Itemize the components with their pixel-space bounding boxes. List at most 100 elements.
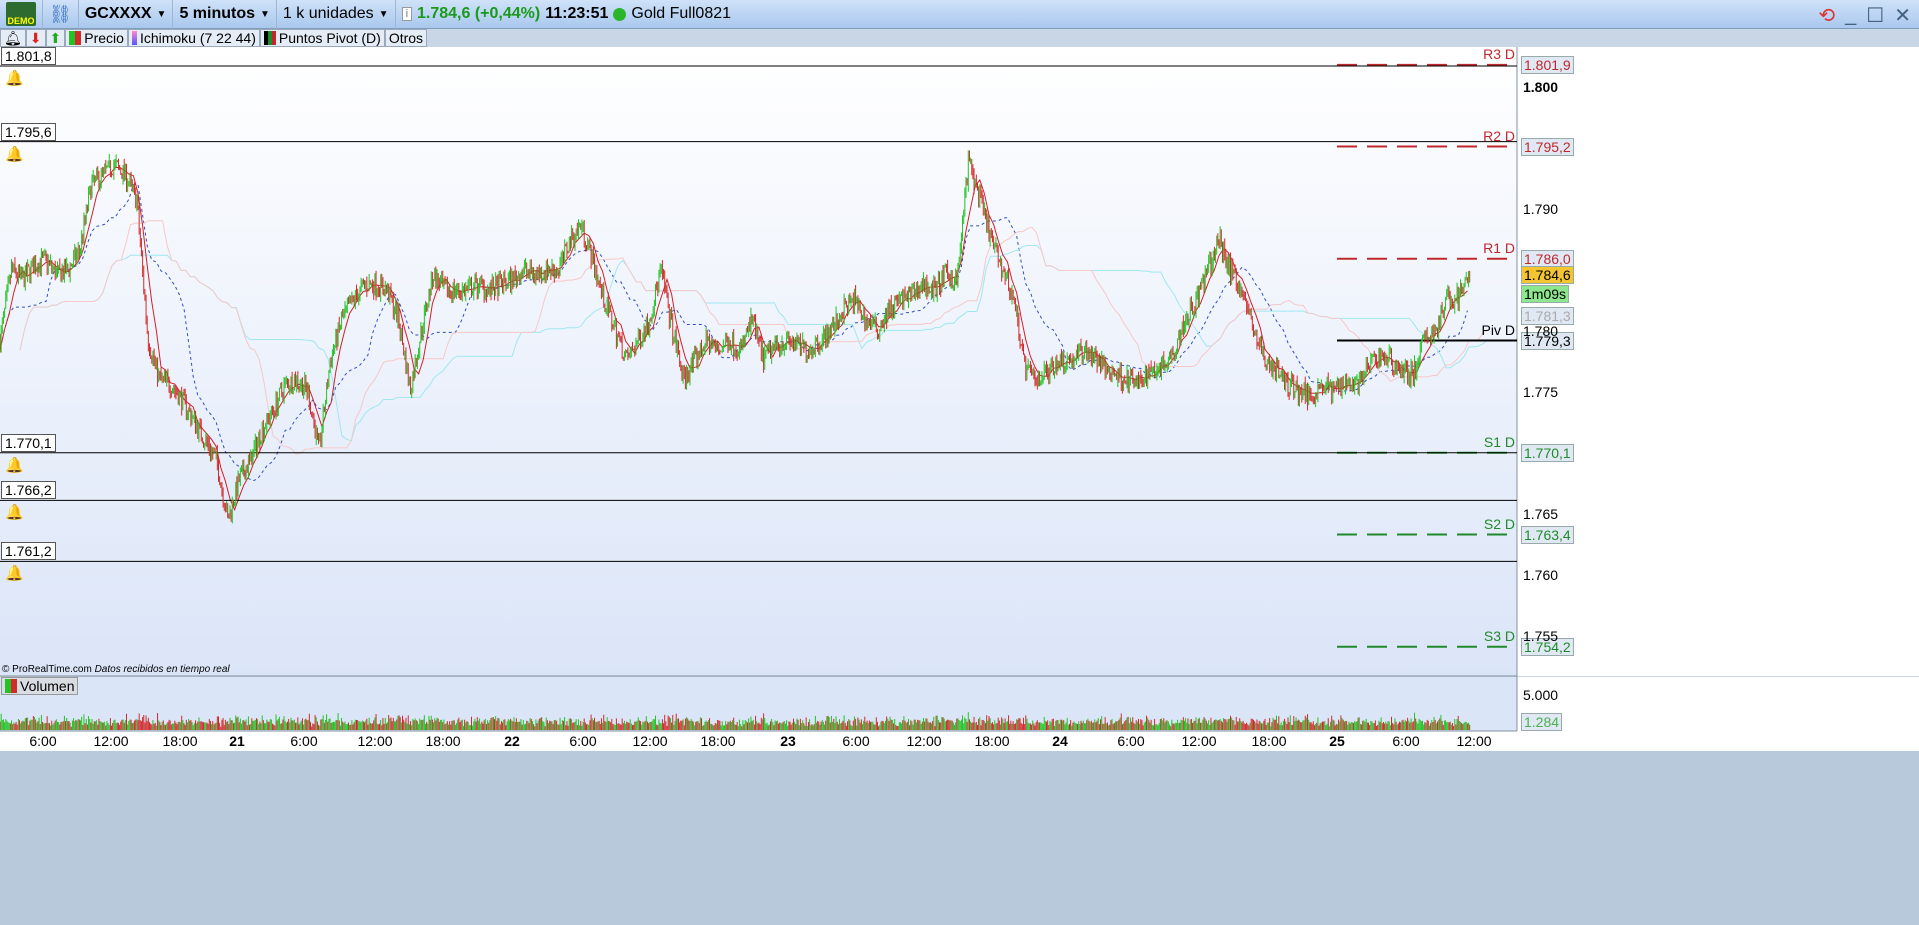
sell-arrow-button[interactable]: ⬇ xyxy=(25,29,46,47)
time-axis-tick: 18:00 xyxy=(162,733,198,749)
symbol-label: GCXXXX xyxy=(84,5,152,22)
copyright: © ProRealTime.com xyxy=(2,664,92,675)
time-axis-tick: 12:00 xyxy=(1456,733,1492,749)
footer: © ProRealTime.com Datos recibidos en tie… xyxy=(2,664,230,675)
chevron-down-icon: ▼ xyxy=(260,8,270,20)
last-price-change: 1.784,6 (+0,44%) xyxy=(417,5,541,22)
time-axis-area xyxy=(0,731,1919,751)
units-dropdown[interactable]: 1 k unidades ▼ xyxy=(277,0,396,29)
alert-price-label[interactable]: 1.770,1 xyxy=(1,433,56,452)
swatch-icon xyxy=(5,679,17,693)
time-axis-tick: 18:00 xyxy=(1251,733,1287,749)
volume-last-value: 1.284 xyxy=(1521,713,1563,731)
bell-icon[interactable]: 🔔 xyxy=(5,69,24,87)
indicator-label: Ichimoku (7 22 44) xyxy=(139,30,256,46)
close-button[interactable]: ✕ xyxy=(1894,3,1911,28)
time-axis-tick: 25 xyxy=(1329,733,1345,749)
bar-countdown: 1m09s xyxy=(1521,285,1570,303)
swatch-icon xyxy=(69,31,82,45)
pivot-name: S2 D xyxy=(1483,515,1515,532)
time-axis-tick: 6:00 xyxy=(290,733,318,749)
last-price-box: 1.784,6 xyxy=(1521,266,1574,284)
info-icon[interactable]: i xyxy=(401,7,413,21)
demo-badge: DEMO xyxy=(6,2,36,26)
bell-icon[interactable]: 🔔 xyxy=(5,145,24,163)
clock: 11:23:51 xyxy=(545,5,609,22)
pivot-name: S3 D xyxy=(1483,627,1515,644)
indicator-label: Puntos Pivot (D) xyxy=(278,30,381,46)
price-axis-area xyxy=(1517,47,1919,676)
price-axis-tick: 1.775 xyxy=(1523,384,1559,400)
alert-bell-button[interactable]: 🔔︎ xyxy=(0,29,26,47)
pivot-name: Piv D xyxy=(1481,321,1515,338)
time-axis-tick: 6:00 xyxy=(1392,733,1420,749)
time-axis-tick: 12:00 xyxy=(1181,733,1217,749)
taskbar xyxy=(0,751,1919,925)
time-axis-tick: 6:00 xyxy=(1117,733,1145,749)
time-axis-tick: 18:00 xyxy=(700,733,736,749)
alert-price-label[interactable]: 1.801,8 xyxy=(1,47,56,66)
time-axis-tick: 18:00 xyxy=(425,733,461,749)
time-axis-tick: 18:00 xyxy=(974,733,1010,749)
pivot-name: S1 D xyxy=(1483,433,1515,450)
indicator-otros[interactable]: Otros xyxy=(384,29,428,47)
pivot-name: R3 D xyxy=(1483,45,1515,62)
symbol-dropdown[interactable]: GCXXXX ▼ xyxy=(79,0,174,29)
price-axis-tick: 1.765 xyxy=(1523,506,1559,522)
swatch-icon xyxy=(263,31,276,45)
price-axis-tick: 1.790 xyxy=(1523,201,1559,217)
pivot-name: R1 D xyxy=(1483,239,1515,256)
indicator-ichimoku[interactable]: Ichimoku (7 22 44) xyxy=(127,29,260,47)
time-axis-tick: 21 xyxy=(229,733,245,749)
timeframe-label: 5 minutos xyxy=(179,5,256,22)
price-axis-tick: 1.760 xyxy=(1523,567,1559,583)
indicator-toolbar: 🔔︎ ⬇ ⬆ Precio Ichimoku (7 22 44) Puntos … xyxy=(0,29,428,47)
ichimoku-value-box: 1.781,3 xyxy=(1521,307,1574,325)
alert-price-label[interactable]: 1.761,2 xyxy=(1,542,56,561)
volume-axis-area xyxy=(1517,677,1919,731)
minimize-button[interactable]: _ xyxy=(1845,4,1856,27)
pivot-value: 1.763,4 xyxy=(1521,525,1574,544)
price-axis-tick: 1.800 xyxy=(1523,79,1559,95)
time-axis-tick: 6:00 xyxy=(29,733,57,749)
time-axis-tick: 6:00 xyxy=(842,733,870,749)
units-label: 1 k unidades xyxy=(282,5,374,22)
bell-icon[interactable]: 🔔 xyxy=(5,503,24,521)
time-axis-tick: 22 xyxy=(504,733,520,749)
time-axis-tick: 24 xyxy=(1052,733,1068,749)
volume-label: Volumen xyxy=(20,678,75,694)
alert-price-label[interactable]: 1.766,2 xyxy=(1,481,56,500)
time-axis-tick: 23 xyxy=(780,733,796,749)
status-dot-icon xyxy=(613,7,627,21)
refresh-icon[interactable]: ⟲ xyxy=(1818,3,1835,28)
buy-arrow-button[interactable]: ⬆ xyxy=(45,29,66,47)
time-axis-tick: 12:00 xyxy=(632,733,668,749)
time-axis-tick: 12:00 xyxy=(93,733,129,749)
price-chart[interactable] xyxy=(0,47,1919,751)
swatch-icon xyxy=(131,31,137,45)
timeframe-dropdown[interactable]: 5 minutos ▼ xyxy=(173,0,277,29)
indicator-label: Precio xyxy=(84,30,124,46)
pivot-value: 1.770,1 xyxy=(1521,443,1574,462)
indicator-pivot[interactable]: Puntos Pivot (D) xyxy=(259,29,385,47)
price-axis-tick: 1.755 xyxy=(1523,628,1559,644)
indicator-label: Otros xyxy=(388,30,424,46)
time-axis-tick: 6:00 xyxy=(569,733,597,749)
link-icon[interactable]: ⛓ xyxy=(43,0,79,29)
volume-indicator-label[interactable]: Volumen xyxy=(1,677,79,695)
alert-price-label[interactable]: 1.795,6 xyxy=(1,122,56,141)
indicator-precio[interactable]: Precio xyxy=(65,29,128,47)
volume-axis-tick: 5.000 xyxy=(1523,687,1559,703)
title-bar: DEMO ⛓ GCXXXX ▼ 5 minutos ▼ 1 k unidades ▼ … xyxy=(0,0,1919,29)
pivot-value: 1.795,2 xyxy=(1521,137,1574,156)
time-axis-tick: 12:00 xyxy=(357,733,393,749)
pivot-name: R2 D xyxy=(1483,127,1515,144)
price-axis-tick: 1.780 xyxy=(1523,323,1559,339)
chevron-down-icon: ▼ xyxy=(378,8,389,20)
maximize-button[interactable]: ☐ xyxy=(1866,3,1884,28)
instrument-name: Gold Full0821 xyxy=(631,5,732,22)
pivot-value: 1.801,9 xyxy=(1521,55,1574,74)
data-status: Datos recibidos en tiempo real xyxy=(94,664,230,675)
bell-icon[interactable]: 🔔 xyxy=(5,456,24,474)
bell-icon[interactable]: 🔔 xyxy=(5,564,24,582)
